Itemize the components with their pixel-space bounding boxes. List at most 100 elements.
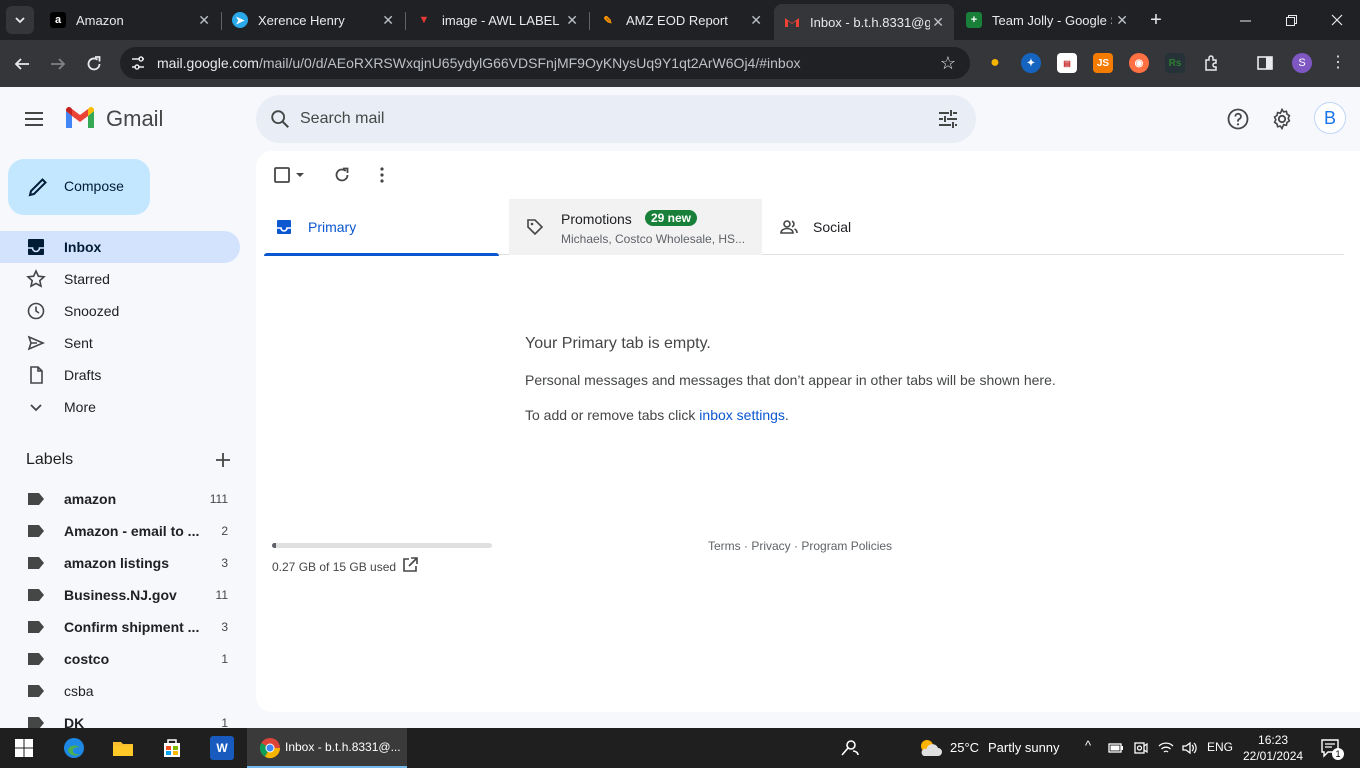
notification-count-badge: 1 <box>1332 748 1344 760</box>
inbox-settings-link[interactable]: inbox settings <box>699 407 785 423</box>
side-panel-icon[interactable] <box>1255 53 1275 73</box>
extension-label-icon[interactable]: ▤ <box>1057 53 1077 73</box>
label-item[interactable]: Business.NJ.gov 11 <box>0 579 240 611</box>
footer-separator: · <box>740 539 752 553</box>
tab-search-button[interactable] <box>6 6 34 34</box>
gmail-logo-icon[interactable] <box>64 106 96 130</box>
extension-js-icon[interactable]: JS <box>1093 53 1113 73</box>
extension-orange-icon[interactable]: ◉ <box>1129 53 1149 73</box>
refresh-icon[interactable] <box>332 165 352 185</box>
label-item[interactable]: Amazon - email to ... 2 <box>0 515 240 547</box>
camera-icon[interactable] <box>1133 740 1149 756</box>
new-tab-button[interactable]: + <box>1144 8 1168 32</box>
promotions-senders: Michaels, Costco Wholesale, HS... <box>561 232 746 246</box>
label-count: 111 <box>209 492 228 506</box>
help-icon[interactable] <box>1226 107 1250 131</box>
open-in-new-icon[interactable] <box>402 557 418 573</box>
label-name: Amazon - email to ... <box>64 523 200 539</box>
tab-primary[interactable]: Primary <box>264 199 499 256</box>
extensions-puzzle-icon[interactable] <box>1202 53 1222 73</box>
close-tab-icon[interactable]: ✕ <box>932 14 944 31</box>
add-label-icon[interactable] <box>212 449 234 471</box>
google-sheets-icon: + <box>966 12 982 28</box>
restore-button[interactable] <box>1268 0 1314 40</box>
forward-button[interactable] <box>44 50 72 78</box>
edge-browser-icon[interactable] <box>62 736 86 760</box>
browser-tab-gmail-inbox[interactable]: Inbox - b.t.h.8331@g ✕ <box>774 4 954 40</box>
search-icon[interactable] <box>269 108 291 130</box>
storage-usage-text: 0.27 GB of 15 GB used <box>272 560 397 574</box>
compose-button[interactable]: Compose <box>8 159 150 215</box>
back-button[interactable] <box>8 50 36 78</box>
main-menu-icon[interactable] <box>22 107 46 131</box>
awl-logo-icon: ▼ <box>418 14 430 26</box>
settings-gear-icon[interactable] <box>1270 107 1294 131</box>
select-all-checkbox[interactable] <box>272 165 292 185</box>
browser-tab-telegram[interactable]: ➤ Xerence Henry ✕ <box>222 4 404 36</box>
label-item[interactable]: amazon listings 3 <box>0 547 240 579</box>
nav-item-snoozed[interactable]: Snoozed <box>0 295 240 327</box>
windows-start-icon[interactable] <box>12 736 36 760</box>
account-avatar[interactable]: B <box>1314 102 1346 134</box>
nav-item-inbox[interactable]: Inbox <box>0 231 240 263</box>
browser-tab-awl-label[interactable]: ▼ image - AWL LABEL ✕ <box>406 4 588 36</box>
search-input[interactable] <box>300 107 900 131</box>
label-count: 2 <box>221 524 228 538</box>
chrome-profile-avatar[interactable]: S <box>1292 53 1312 73</box>
label-item[interactable]: Confirm shipment ... 3 <box>0 611 240 643</box>
close-tab-icon[interactable]: ✕ <box>1116 12 1128 29</box>
search-options-icon[interactable] <box>936 107 960 131</box>
label-item[interactable]: csba <box>0 675 240 707</box>
privacy-link[interactable]: Privacy <box>751 539 790 553</box>
chrome-menu-icon[interactable]: ⋮ <box>1330 52 1346 72</box>
input-language[interactable]: ENG <box>1207 740 1233 754</box>
wifi-icon[interactable] <box>1158 740 1174 756</box>
battery-icon[interactable] <box>1108 740 1124 756</box>
search-people-icon[interactable] <box>838 736 862 760</box>
address-bar[interactable]: mail.google.com/mail/u/0/d/AEoRXRSWxqjnU… <box>120 47 970 79</box>
word-icon[interactable]: W <box>210 736 234 760</box>
close-tab-icon[interactable]: ✕ <box>566 12 578 29</box>
label-item[interactable]: amazon 111 <box>0 483 240 515</box>
extension-rs-icon[interactable]: Rs <box>1165 53 1185 73</box>
browser-tab-amz-eod[interactable]: ✎ AMZ EOD Report ✕ <box>590 4 772 36</box>
chevron-down-icon <box>15 17 25 24</box>
file-explorer-icon[interactable] <box>111 736 135 760</box>
terms-link[interactable]: Terms <box>708 539 741 553</box>
weather-temperature[interactable]: 25°C <box>950 740 979 755</box>
nav-item-sent[interactable]: Sent <box>0 327 240 359</box>
taskbar-chrome-window[interactable]: Inbox - b.t.h.8331@... <box>247 728 407 768</box>
show-hidden-icons-icon[interactable]: ^ <box>1085 738 1091 753</box>
speaker-icon[interactable] <box>1181 740 1197 756</box>
microsoft-store-icon[interactable] <box>160 736 184 760</box>
nav-item-starred[interactable]: Starred <box>0 263 240 295</box>
label-item[interactable]: costco 1 <box>0 643 240 675</box>
nav-item-more[interactable]: More <box>0 391 240 423</box>
label-item[interactable]: DK 1 <box>0 707 240 728</box>
browser-tab-team-jolly[interactable]: + Team Jolly - Google S ✕ <box>956 4 1138 36</box>
close-tab-icon[interactable]: ✕ <box>198 12 210 29</box>
extension-cat-icon[interactable]: ● <box>985 53 1005 73</box>
site-settings-icon[interactable] <box>130 55 146 71</box>
close-window-button[interactable] <box>1314 0 1360 40</box>
program-policies-link[interactable]: Program Policies <box>801 539 892 553</box>
nav-item-drafts[interactable]: Drafts <box>0 359 240 391</box>
reload-button[interactable] <box>80 50 108 78</box>
close-tab-icon[interactable]: ✕ <box>750 12 762 29</box>
extension-blue-icon[interactable]: ✦ <box>1021 53 1041 73</box>
close-tab-icon[interactable]: ✕ <box>382 12 394 29</box>
taskbar-clock[interactable]: 16:23 22/01/2024 <box>1243 732 1303 764</box>
tab-promotions[interactable]: Promotions 29 new Michaels, Costco Whole… <box>509 199 762 255</box>
active-tab-indicator <box>264 253 499 256</box>
more-options-icon[interactable] <box>372 165 392 185</box>
select-dropdown-icon[interactable] <box>294 165 306 185</box>
storage-usage-fill <box>272 543 276 548</box>
footer-separator: · <box>790 539 802 553</box>
weather-description[interactable]: Partly sunny <box>988 740 1060 755</box>
search-bar[interactable] <box>256 95 976 143</box>
bookmark-star-icon[interactable]: ☆ <box>940 53 956 74</box>
minimize-button[interactable] <box>1222 0 1268 40</box>
tab-social[interactable]: Social <box>769 199 1004 255</box>
browser-tab-amazon[interactable]: a Amazon ✕ <box>40 4 220 36</box>
weather-partly-sunny-icon[interactable] <box>916 736 944 760</box>
